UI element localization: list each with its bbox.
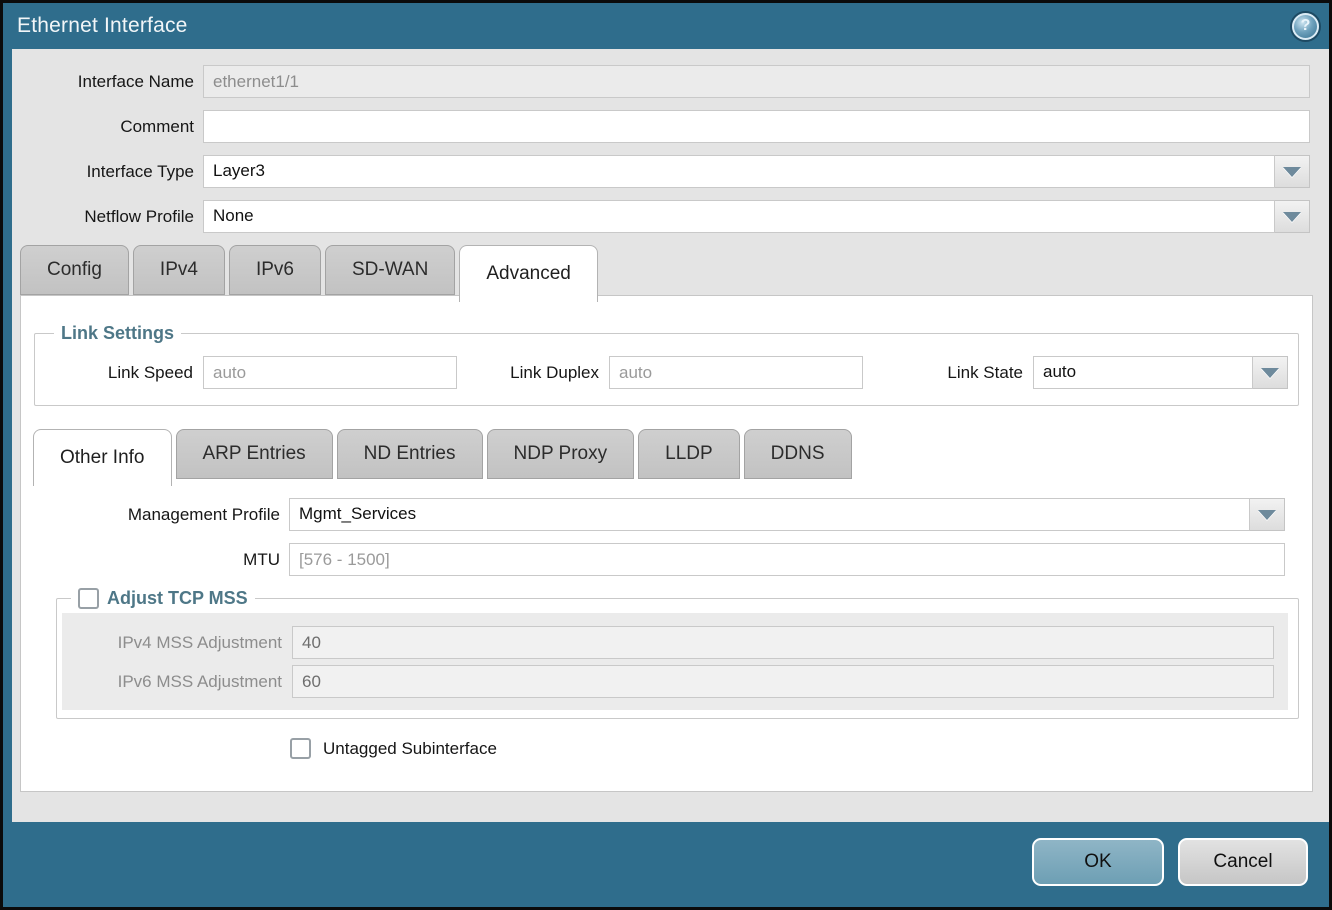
link-state-select[interactable]: auto <box>1033 356 1288 389</box>
link-speed-label: Link Speed <box>45 363 203 383</box>
adjust-tcp-mss-label: Adjust TCP MSS <box>107 588 248 609</box>
dialog-body: Interface Name Comment Interface Type La… <box>3 49 1329 822</box>
management-profile-select[interactable]: Mgmt_Services <box>289 498 1285 531</box>
ipv6-mss-input <box>292 665 1274 698</box>
untagged-subinterface-row: Untagged Subinterface <box>290 738 1312 759</box>
interface-type-row: Interface Type Layer3 <box>12 155 1329 188</box>
management-profile-value: Mgmt_Services <box>289 498 1250 531</box>
adjust-tcp-mss-fieldset: Adjust TCP MSS IPv4 MSS Adjustment IPv6 … <box>56 588 1299 719</box>
link-settings-fieldset: Link Settings Link Speed Link Duplex Lin… <box>34 323 1299 406</box>
other-info-panel: Management Profile Mgmt_Services MTU <box>21 479 1312 759</box>
interface-type-select[interactable]: Layer3 <box>203 155 1310 188</box>
netflow-profile-select[interactable]: None <box>203 200 1310 233</box>
link-speed-input[interactable] <box>203 356 457 389</box>
netflow-profile-row: Netflow Profile None <box>12 200 1329 233</box>
ipv6-mss-label: IPv6 MSS Adjustment <box>62 672 292 692</box>
tab-ndp-proxy[interactable]: NDP Proxy <box>487 429 635 479</box>
interface-name-label: Interface Name <box>12 72 203 92</box>
main-tabstrip: Config IPv4 IPv6 SD-WAN Advanced <box>12 245 1329 295</box>
tab-ipv4[interactable]: IPv4 <box>133 245 225 295</box>
chevron-down-icon[interactable] <box>1275 155 1310 188</box>
netflow-profile-value: None <box>203 200 1275 233</box>
ethernet-interface-dialog: Ethernet Interface ? Interface Name Comm… <box>0 0 1332 910</box>
dialog-title: Ethernet Interface <box>17 14 188 38</box>
ok-button[interactable]: OK <box>1032 838 1164 886</box>
dialog-footer: OK Cancel <box>3 822 1329 907</box>
interface-type-label: Interface Type <box>12 162 203 182</box>
tab-other-info[interactable]: Other Info <box>33 429 172 486</box>
interface-name-input <box>203 65 1310 98</box>
mss-disabled-block: IPv4 MSS Adjustment IPv6 MSS Adjustment <box>62 613 1288 710</box>
ipv4-mss-label: IPv4 MSS Adjustment <box>62 633 292 653</box>
comment-input[interactable] <box>203 110 1310 143</box>
ipv6-mss-row: IPv6 MSS Adjustment <box>62 665 1274 698</box>
tab-ddns[interactable]: DDNS <box>744 429 852 479</box>
advanced-tab-panel: Link Settings Link Speed Link Duplex Lin… <box>20 295 1313 792</box>
ipv4-mss-input <box>292 626 1274 659</box>
link-state-label: Link State <box>880 363 1033 383</box>
chevron-down-icon[interactable] <box>1250 498 1285 531</box>
management-profile-row: Management Profile Mgmt_Services <box>21 498 1312 531</box>
mtu-row: MTU <box>21 543 1312 576</box>
management-profile-label: Management Profile <box>21 505 289 525</box>
link-duplex-input[interactable] <box>609 356 863 389</box>
chevron-down-icon[interactable] <box>1253 356 1288 389</box>
chevron-down-icon[interactable] <box>1275 200 1310 233</box>
tab-ipv6[interactable]: IPv6 <box>229 245 321 295</box>
link-duplex-label: Link Duplex <box>457 363 609 383</box>
untagged-subinterface-checkbox[interactable] <box>290 738 311 759</box>
untagged-subinterface-label: Untagged Subinterface <box>323 739 497 759</box>
interface-name-row: Interface Name <box>12 65 1329 98</box>
help-icon[interactable]: ? <box>1292 13 1319 40</box>
mtu-input[interactable] <box>289 543 1285 576</box>
adjust-tcp-mss-checkbox[interactable] <box>78 588 99 609</box>
interface-type-value: Layer3 <box>203 155 1275 188</box>
link-settings-row: Link Speed Link Duplex Link State auto <box>45 352 1288 395</box>
cancel-button[interactable]: Cancel <box>1178 838 1308 886</box>
comment-label: Comment <box>12 117 203 137</box>
dialog-titlebar: Ethernet Interface ? <box>3 3 1329 49</box>
mtu-label: MTU <box>21 550 289 570</box>
link-state-value: auto <box>1033 356 1253 389</box>
tab-arp-entries[interactable]: ARP Entries <box>176 429 333 479</box>
netflow-profile-label: Netflow Profile <box>12 207 203 227</box>
tab-sd-wan[interactable]: SD-WAN <box>325 245 455 295</box>
comment-row: Comment <box>12 110 1329 143</box>
tab-lldp[interactable]: LLDP <box>638 429 740 479</box>
link-settings-legend: Link Settings <box>54 323 181 344</box>
inner-tabstrip: Other Info ARP Entries ND Entries NDP Pr… <box>21 429 1312 479</box>
ipv4-mss-row: IPv4 MSS Adjustment <box>62 626 1274 659</box>
adjust-tcp-mss-legend: Adjust TCP MSS <box>71 588 255 609</box>
tab-advanced[interactable]: Advanced <box>459 245 598 302</box>
tab-nd-entries[interactable]: ND Entries <box>337 429 483 479</box>
tab-config[interactable]: Config <box>20 245 129 295</box>
